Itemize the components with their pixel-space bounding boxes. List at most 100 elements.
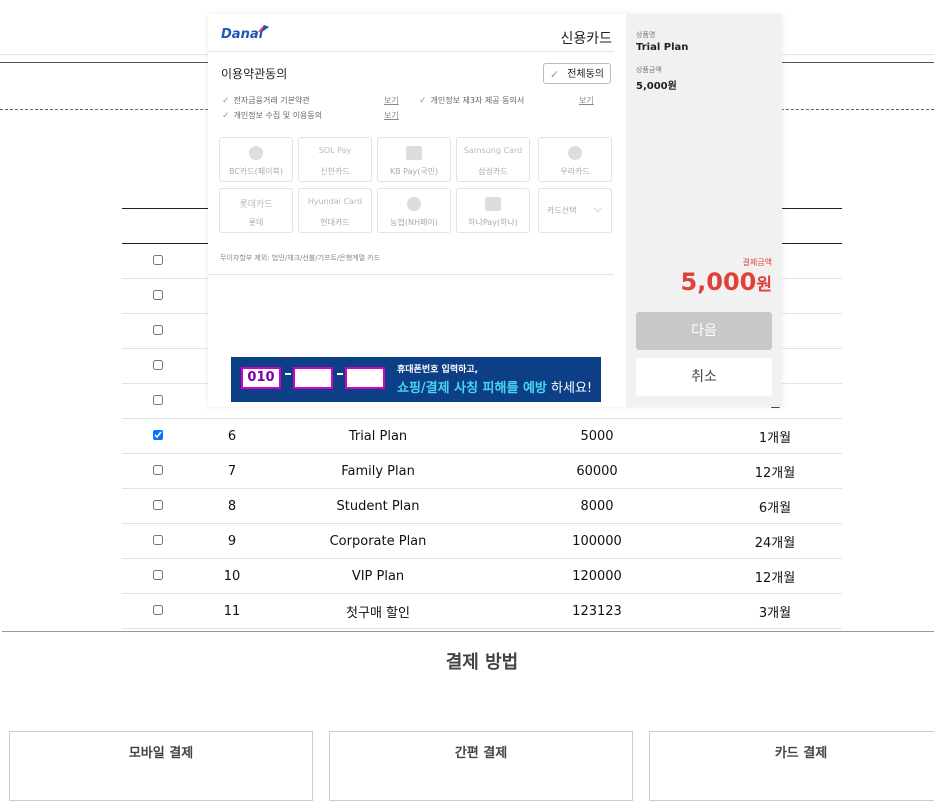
payment-option-label: 간편 결제	[454, 746, 508, 761]
card-name: BC카드(페이북)	[229, 167, 283, 176]
plan-price: 123123	[486, 593, 708, 629]
agree-all-label: 전체동의	[567, 69, 604, 80]
card-woori[interactable]: 우리카드	[538, 137, 612, 182]
term-checkbox-ecommerce[interactable]: ✓ 전자금융거래 기본약관	[222, 95, 310, 106]
card-select-dropdown[interactable]: 카드선택 ⌵	[538, 188, 612, 233]
card-name: 현대카드	[320, 218, 350, 227]
card-logo: SOL Pay	[318, 146, 352, 155]
phone-banner[interactable]: 010 휴대폰번호 입력하고, 쇼핑/결제 사칭 피해를 예방 하세요!	[231, 357, 601, 402]
plan-period: 1개월	[708, 418, 842, 454]
check-icon: ✓	[550, 68, 560, 81]
table-row: 7 Family Plan 60000 12개월	[122, 453, 842, 489]
plan-name: Trial Plan	[270, 418, 486, 454]
mobile-payment-option[interactable]: 모바일 결제	[9, 731, 313, 801]
woori-logo-icon	[568, 146, 582, 160]
easy-payment-option[interactable]: 간편 결제	[329, 731, 633, 801]
plan-name: VIP Plan	[270, 558, 486, 594]
payment-method-title: 결제 방법	[445, 652, 519, 673]
plan-number: 11	[194, 593, 270, 629]
term-view-link[interactable]: 보기	[384, 95, 399, 106]
section-divider	[2, 631, 934, 632]
card-logo: Hyundai Card	[307, 197, 363, 206]
card-payment-option[interactable]: 카드 결제	[649, 731, 934, 801]
product-name: Trial Plan	[636, 42, 689, 53]
table-row: 6 Trial Plan 5000 1개월	[122, 418, 842, 454]
row-checkbox[interactable]	[153, 464, 163, 475]
plan-number: 7	[194, 453, 270, 489]
table-row: 10 VIP Plan 120000 12개월	[122, 558, 842, 594]
danal-swoosh-icon	[257, 25, 269, 33]
row-checkbox[interactable]	[153, 499, 163, 510]
payment-option-label: 모바일 결제	[128, 746, 194, 761]
term-label: 개인정보 수집 및 이용동의	[233, 111, 323, 120]
plan-period: 6개월	[708, 488, 842, 524]
row-checkbox[interactable]	[153, 359, 163, 370]
cancel-button[interactable]: 취소	[636, 358, 772, 396]
row-checkbox[interactable]	[153, 534, 163, 545]
row-checkbox[interactable]	[153, 254, 163, 265]
product-label: 상품명	[636, 31, 656, 39]
amount-value: 5,000	[680, 268, 757, 296]
row-checkbox-cell	[122, 313, 194, 349]
card-samsung[interactable]: Samsung Card 삼성카드	[456, 137, 530, 182]
amount-unit: 원	[756, 275, 772, 295]
terms-title: 이용약관동의	[221, 67, 288, 81]
row-checkbox[interactable]	[153, 429, 163, 440]
card-bc[interactable]: BC카드(페이북)	[219, 137, 293, 182]
bc-logo-icon	[249, 146, 263, 160]
term-label: 개인정보 제3자 제공 동의서	[430, 96, 525, 105]
header-cell	[122, 208, 194, 244]
term-label: 전자금융거래 기본약관	[233, 96, 310, 105]
plan-name: Family Plan	[270, 453, 486, 489]
term-view-link[interactable]: 보기	[579, 95, 594, 106]
row-checkbox-cell	[122, 243, 194, 279]
installment-notice: 무이자할부 제외: 법인/체크/선불/기프트/은행계열 카드	[220, 254, 381, 262]
card-lotte[interactable]: 롯데카드롯데	[219, 188, 293, 233]
card-name: 농협(NH페이)	[390, 218, 438, 227]
plan-period: 12개월	[708, 558, 842, 594]
term-checkbox-privacy[interactable]: ✓ 개인정보 수집 및 이용동의	[222, 110, 322, 121]
product-price: 5,000원	[636, 81, 677, 92]
nh-logo-icon	[407, 197, 421, 211]
term-checkbox-third-party[interactable]: ✓ 개인정보 제3자 제공 동의서	[419, 95, 524, 106]
plan-name: Corporate Plan	[270, 523, 486, 559]
chevron-down-icon: ⌵	[593, 202, 602, 215]
card-name: 롯데	[248, 218, 264, 227]
row-checkbox[interactable]	[153, 569, 163, 580]
row-checkbox[interactable]	[153, 604, 163, 615]
row-checkbox[interactable]	[153, 289, 163, 300]
card-name: 삼성카드	[478, 167, 508, 176]
order-summary-panel: 상품명 Trial Plan 상품금액 5,000원 결제금액 5,000원 다…	[626, 14, 782, 407]
term-view-link[interactable]: 보기	[384, 110, 399, 121]
kb-pay-icon	[406, 146, 422, 160]
check-icon: ✓	[222, 96, 230, 106]
card-logo	[378, 197, 450, 213]
card-kb[interactable]: KB Pay(국민)	[377, 137, 451, 182]
next-button[interactable]: 다음	[636, 312, 772, 350]
row-checkbox-cell	[122, 523, 194, 559]
row-checkbox-cell	[122, 488, 194, 524]
check-icon: ✓	[419, 96, 427, 106]
row-checkbox-cell	[122, 348, 194, 384]
row-checkbox[interactable]	[153, 324, 163, 335]
plan-price: 5000	[486, 418, 708, 454]
plan-number: 10	[194, 558, 270, 594]
row-checkbox[interactable]	[153, 394, 163, 405]
card-hyundai[interactable]: Hyundai Card 현대카드	[298, 188, 372, 233]
card-shinhan[interactable]: SOL Pay 신한카드	[298, 137, 372, 182]
card-nh[interactable]: 농협(NH페이)	[377, 188, 451, 233]
card-logo: 롯데카드	[239, 200, 273, 210]
plan-name: Student Plan	[270, 488, 486, 524]
row-checkbox-cell	[122, 558, 194, 594]
card-hana[interactable]: 하나Pay(하나)	[456, 188, 530, 233]
banner-dash	[337, 373, 343, 375]
plan-price: 100000	[486, 523, 708, 559]
popup-header-divider	[208, 51, 614, 52]
payment-option-label: 카드 결제	[774, 746, 828, 761]
row-checkbox-cell	[122, 418, 194, 454]
banner-phone-prefix: 010	[241, 367, 281, 389]
banner-line1: 휴대폰번호 입력하고,	[397, 365, 479, 375]
banner-phone-box	[345, 367, 385, 389]
plan-number: 8	[194, 488, 270, 524]
agree-all-button[interactable]: ✓ 전체동의	[543, 63, 611, 84]
